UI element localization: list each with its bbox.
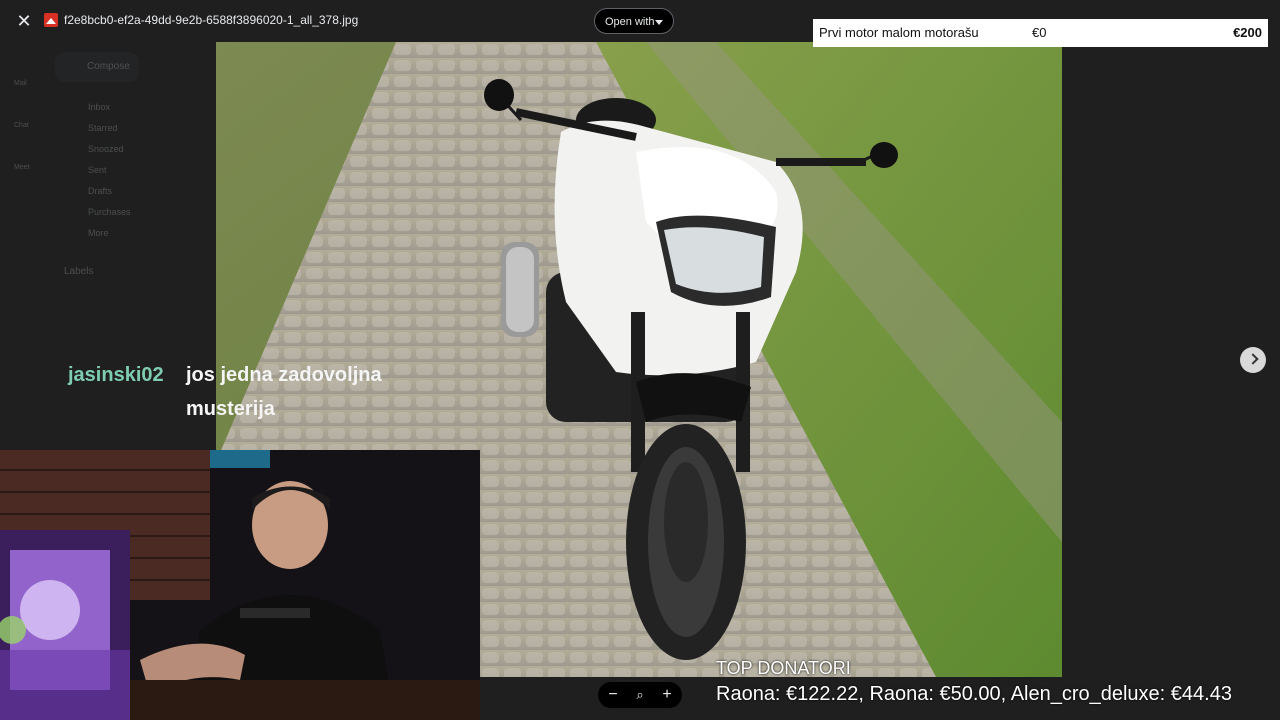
goal-current-amount: €0 [1032, 25, 1047, 40]
zoom-in-button[interactable]: + [654, 682, 680, 708]
file-name: f2e8bcb0-ef2a-49dd-9e2b-6588f3896020-1_a… [64, 13, 359, 27]
zoom-reset-icon[interactable]: ⌕ [627, 682, 653, 708]
chat-text: jos jedna zadovoljna musterija [186, 364, 382, 420]
rail-chat: Chat [14, 122, 29, 129]
webcam-feed [0, 450, 480, 720]
sidebar-item-sent: Sent [88, 165, 107, 175]
chevron-down-icon [655, 20, 663, 25]
chevron-right-icon [1247, 353, 1259, 365]
sidebar-item-drafts: Drafts [88, 186, 113, 196]
chat-username: jasinski02 [68, 364, 164, 386]
sidebar-item-inbox: Inbox [88, 102, 111, 112]
goal-target-amount: €200 [1233, 25, 1262, 40]
zoom-out-button[interactable]: − [600, 682, 626, 708]
goal-title: Prvi motor malom motorašu [819, 25, 979, 40]
rail-mail: Mail [14, 80, 27, 87]
image-file-icon [44, 13, 58, 27]
chat-message: jasinski02 jos jedna zadovoljna musterij… [68, 358, 428, 420]
streamer-camera-image [0, 450, 480, 720]
zoom-controls: − ⌕ + [598, 682, 682, 708]
sidebar-item-more: More [88, 228, 109, 238]
open-with-label: Open with [605, 16, 655, 28]
open-with-button[interactable]: Open with [594, 8, 674, 34]
top-donors-list: Raona: €122.22, Raona: €50.00, Alen_cro_… [716, 683, 1232, 705]
background-gmail-right [1062, 42, 1280, 442]
next-image-button[interactable] [1240, 347, 1266, 373]
donation-goal-banner: Prvi motor malom motorašu €0 €200 [813, 19, 1268, 47]
compose-button: Compose [55, 52, 139, 82]
rail-meet: Meet [14, 164, 30, 171]
sidebar-item-starred: Starred [88, 123, 118, 133]
labels-heading: Labels [64, 266, 94, 277]
top-donors-title: TOP DONATORI [716, 658, 851, 678]
close-icon[interactable]: ✕ [12, 9, 36, 33]
sidebar-item-purchases: Purchases [88, 207, 131, 217]
sidebar-item-snoozed: Snoozed [88, 144, 124, 154]
